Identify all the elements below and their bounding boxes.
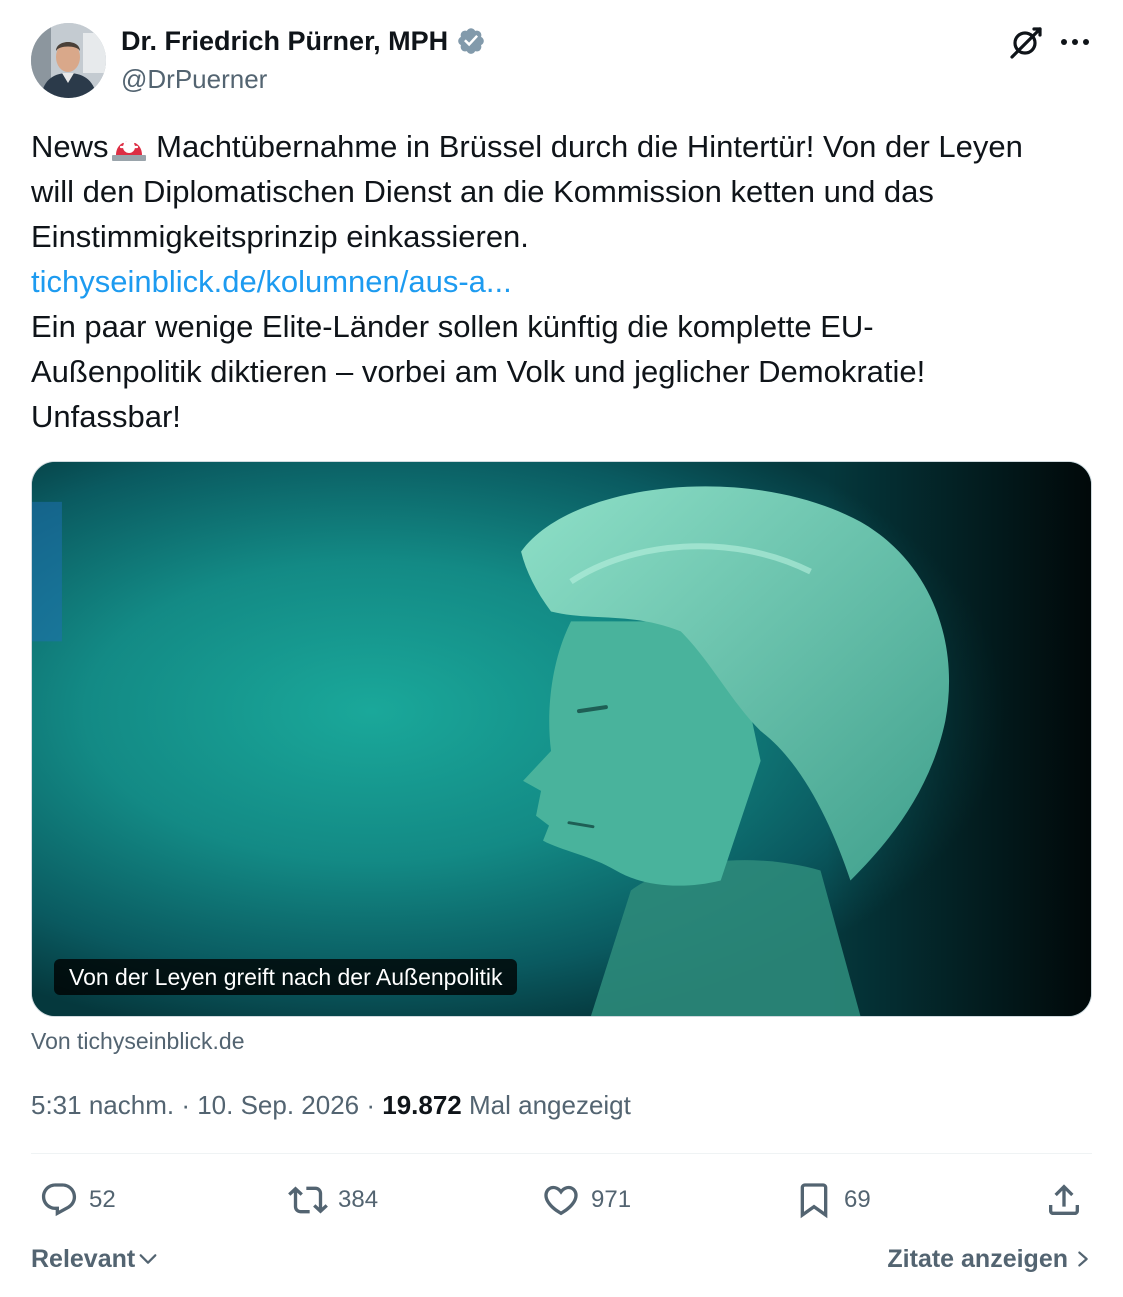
chevron-right-icon bbox=[1078, 1251, 1088, 1267]
bookmark-button[interactable]: 69 bbox=[794, 1178, 871, 1222]
reply-icon bbox=[41, 1183, 77, 1217]
view-quotes-link[interactable]: Zitate anzeigen bbox=[887, 1242, 1092, 1276]
tweet-text-segment: News bbox=[31, 129, 109, 164]
card-caption: Von der Leyen greift nach der Außenpolit… bbox=[54, 959, 518, 995]
repost-button[interactable]: 384 bbox=[288, 1178, 378, 1222]
repost-count: 384 bbox=[338, 1186, 379, 1213]
tweet-line-2: will den Diplomatischen Dienst an die Ko… bbox=[31, 174, 934, 209]
meta-separator: · bbox=[174, 1090, 198, 1120]
tweet-time[interactable]: 5:31 nachm. bbox=[31, 1090, 174, 1120]
tweet-line-5: Ein paar wenige Elite-Länder sollen künf… bbox=[31, 309, 874, 344]
avatar-image bbox=[31, 23, 106, 98]
share-button[interactable] bbox=[1044, 1178, 1084, 1222]
reply-button[interactable]: 52 bbox=[39, 1178, 116, 1222]
sort-dropdown[interactable]: Relevant bbox=[31, 1242, 159, 1276]
bookmark-icon bbox=[800, 1183, 828, 1219]
meta-separator: · bbox=[359, 1090, 383, 1120]
rotating-light-icon bbox=[111, 136, 146, 161]
tweet-detail: Dr. Friedrich Pürner, MPH @DrPuerner New… bbox=[0, 0, 1123, 1297]
author-name[interactable]: Dr. Friedrich Pürner, MPH bbox=[121, 24, 486, 58]
tweet-line-3: Einstimmigkeitsprinzip einkassieren. bbox=[31, 219, 529, 254]
repost-icon bbox=[288, 1186, 328, 1214]
grok-icon[interactable] bbox=[1006, 24, 1044, 62]
card-source[interactable]: Von tichyseinblick.de bbox=[31, 1026, 245, 1056]
like-count: 971 bbox=[591, 1186, 632, 1213]
tweet-line-7: Unfassbar! bbox=[31, 399, 181, 434]
like-button[interactable]: 971 bbox=[541, 1178, 631, 1222]
divider bbox=[31, 1153, 1092, 1154]
quotes-label: Zitate anzeigen bbox=[887, 1245, 1068, 1273]
reply-count: 52 bbox=[89, 1186, 116, 1213]
tweet-text: News Machtübernahme in Brüssel durch die… bbox=[31, 124, 1096, 439]
link-preview-card[interactable]: Von der Leyen greift nach der Außenpolit… bbox=[31, 461, 1092, 1017]
bookmark-count: 69 bbox=[844, 1186, 871, 1213]
sort-label: Relevant bbox=[31, 1245, 136, 1273]
author-name-text: Dr. Friedrich Pürner, MPH bbox=[121, 26, 449, 56]
heart-icon bbox=[544, 1185, 578, 1216]
card-image bbox=[32, 462, 1091, 1016]
chevron-down-icon bbox=[139, 1254, 157, 1264]
tweet-meta: 5:31 nachm. · 10. Sep. 2026 · 19.872 Mal… bbox=[31, 1088, 631, 1122]
verified-badge-icon[interactable] bbox=[456, 26, 486, 56]
tweet-line-6: Außenpolitik diktieren – vorbei am Volk … bbox=[31, 354, 926, 389]
author-handle[interactable]: @DrPuerner bbox=[121, 63, 267, 95]
tweet-date[interactable]: 10. Sep. 2026 bbox=[197, 1090, 359, 1120]
views-count: 19.872 bbox=[382, 1090, 462, 1120]
tweet-text-segment: Machtübernahme in Brüssel durch die Hint… bbox=[147, 129, 1023, 164]
views-label: Mal angezeigt bbox=[461, 1090, 631, 1120]
article-link[interactable]: tichyseinblick.de/kolumnen/aus-a... bbox=[31, 259, 1096, 304]
avatar[interactable] bbox=[31, 23, 106, 98]
share-icon bbox=[1049, 1184, 1079, 1215]
more-options-icon[interactable] bbox=[1058, 27, 1092, 57]
tweet-line-1: News Machtübernahme in Brüssel durch die… bbox=[31, 124, 1096, 169]
